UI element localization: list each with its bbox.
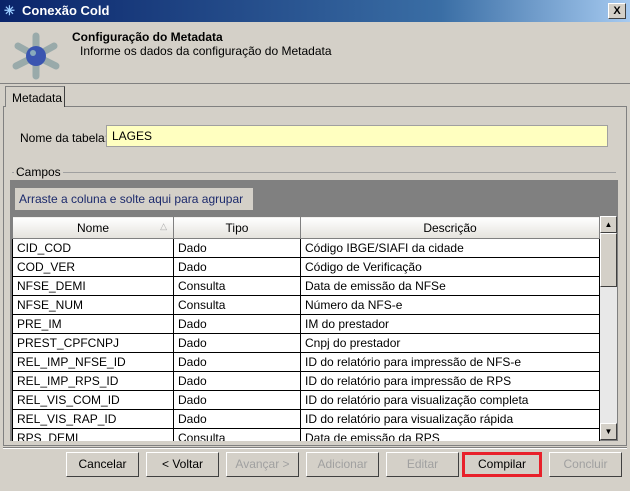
- table-row[interactable]: COD_VER Dado Código de Verificação: [12, 257, 600, 277]
- column-header-tipo[interactable]: Tipo: [173, 216, 301, 239]
- cell-descricao: ID do relatório para impressão de NFS-e: [300, 352, 600, 372]
- window-title: Conexão Cold: [22, 3, 110, 18]
- column-label: Nome: [76, 220, 109, 235]
- cell-nome: REL_IMP_RPS_ID: [12, 371, 174, 391]
- cell-nome: NFSE_DEMI: [12, 276, 174, 296]
- compile-button[interactable]: Compilar: [462, 452, 542, 477]
- metadata-icon: [12, 32, 60, 80]
- divider: [3, 447, 627, 449]
- table-row[interactable]: RPS_DEMI Consulta Data de emissão da RPS: [12, 428, 600, 441]
- cell-nome: PREST_CPFCNPJ: [12, 333, 174, 353]
- cell-nome: NFSE_NUM: [12, 295, 174, 315]
- cell-descricao: Data de emissão da NFSe: [300, 276, 600, 296]
- scroll-thumb[interactable]: [600, 233, 617, 287]
- cell-tipo: Consulta: [173, 295, 301, 315]
- cell-descricao: ID do relatório para impressão de RPS: [300, 371, 600, 391]
- finish-button[interactable]: Concluir: [549, 452, 622, 477]
- cell-tipo: Dado: [173, 238, 301, 258]
- column-header-descricao[interactable]: Descrição: [300, 216, 600, 239]
- tab-metadata[interactable]: Metadata: [5, 86, 65, 107]
- cell-tipo: Dado: [173, 257, 301, 277]
- table-row[interactable]: CID_COD Dado Código IBGE/SIAFI da cidade: [12, 238, 600, 258]
- table-row[interactable]: REL_VIS_COM_ID Dado ID do relatório para v…: [12, 390, 600, 410]
- cell-descricao: Número da NFS-e: [300, 295, 600, 315]
- cell-nome: REL_IMP_NFSE_ID: [12, 352, 174, 372]
- fields-group-label: Campos: [14, 165, 63, 179]
- cell-descricao: Código IBGE/SIAFI da cidade: [300, 238, 600, 258]
- header-title: Configuração do Metadata: [72, 30, 223, 44]
- table-name-input[interactable]: [106, 125, 608, 147]
- table-row[interactable]: REL_IMP_RPS_ID Dado ID do relatório para i…: [12, 371, 600, 391]
- edit-button[interactable]: Editar: [386, 452, 459, 477]
- table-row[interactable]: NFSE_DEMI Consulta Data de emissão da NFSe: [12, 276, 600, 296]
- cell-nome: COD_VER: [12, 257, 174, 277]
- group-by-area[interactable]: Arraste a coluna e solte aqui para agrup…: [15, 188, 253, 210]
- table-name-label: Nome da tabela:: [20, 131, 109, 145]
- cancel-button[interactable]: Cancelar: [66, 452, 139, 477]
- table-row[interactable]: PREST_CPFCNPJ Dado Cnpj do prestador: [12, 333, 600, 353]
- divider: [12, 172, 616, 173]
- fields-grid: Arraste a coluna e solte aqui para agrup…: [10, 180, 618, 441]
- table-row[interactable]: REL_VIS_RAP_ID Dado ID do relatório para v…: [12, 409, 600, 429]
- cell-descricao: ID do relatório para visualização rápida: [300, 409, 600, 429]
- cell-descricao: Código de Verificação: [300, 257, 600, 277]
- sort-asc-icon: △: [160, 221, 167, 231]
- fields-table: Nome △ Tipo Descrição CID_COD Dado Código I…: [12, 216, 600, 441]
- cell-tipo: Consulta: [173, 276, 301, 296]
- wizard-header: Configuração do Metadata Informe os dado…: [0, 22, 630, 84]
- add-button[interactable]: Adicionar: [306, 452, 379, 477]
- table-row[interactable]: PRE_IM Dado IM do prestador: [12, 314, 600, 334]
- close-button[interactable]: X: [608, 3, 626, 19]
- cell-nome: REL_VIS_COM_ID: [12, 390, 174, 410]
- vertical-scrollbar[interactable]: ▲ ▼: [600, 216, 617, 440]
- header-subtitle: Informe os dados da configuração do Meta…: [80, 44, 332, 58]
- cell-tipo: Dado: [173, 352, 301, 372]
- cell-tipo: Consulta: [173, 428, 301, 441]
- title-bar: ✳ Conexão Cold X: [0, 0, 630, 22]
- table-row[interactable]: REL_IMP_NFSE_ID Dado ID do relatório para …: [12, 352, 600, 372]
- cell-nome: REL_VIS_RAP_ID: [12, 409, 174, 429]
- scroll-up-button[interactable]: ▲: [600, 216, 617, 233]
- next-button[interactable]: Avançar >: [226, 452, 299, 477]
- cell-tipo: Dado: [173, 390, 301, 410]
- cell-nome: RPS_DEMI: [12, 428, 174, 441]
- app-icon: ✳: [4, 3, 15, 18]
- cell-tipo: Dado: [173, 371, 301, 391]
- cell-descricao: Cnpj do prestador: [300, 333, 600, 353]
- table-row[interactable]: NFSE_NUM Consulta Número da NFS-e: [12, 295, 600, 315]
- cell-tipo: Dado: [173, 314, 301, 334]
- cell-nome: PRE_IM: [12, 314, 174, 334]
- column-header-nome[interactable]: Nome △: [12, 216, 174, 239]
- cell-descricao: Data de emissão da RPS: [300, 428, 600, 441]
- cell-tipo: Dado: [173, 409, 301, 429]
- cell-descricao: IM do prestador: [300, 314, 600, 334]
- cell-tipo: Dado: [173, 333, 301, 353]
- cell-descricao: ID do relatório para visualização comple…: [300, 390, 600, 410]
- scroll-down-button[interactable]: ▼: [600, 423, 617, 440]
- cell-nome: CID_COD: [12, 238, 174, 258]
- back-button[interactable]: < Voltar: [146, 452, 219, 477]
